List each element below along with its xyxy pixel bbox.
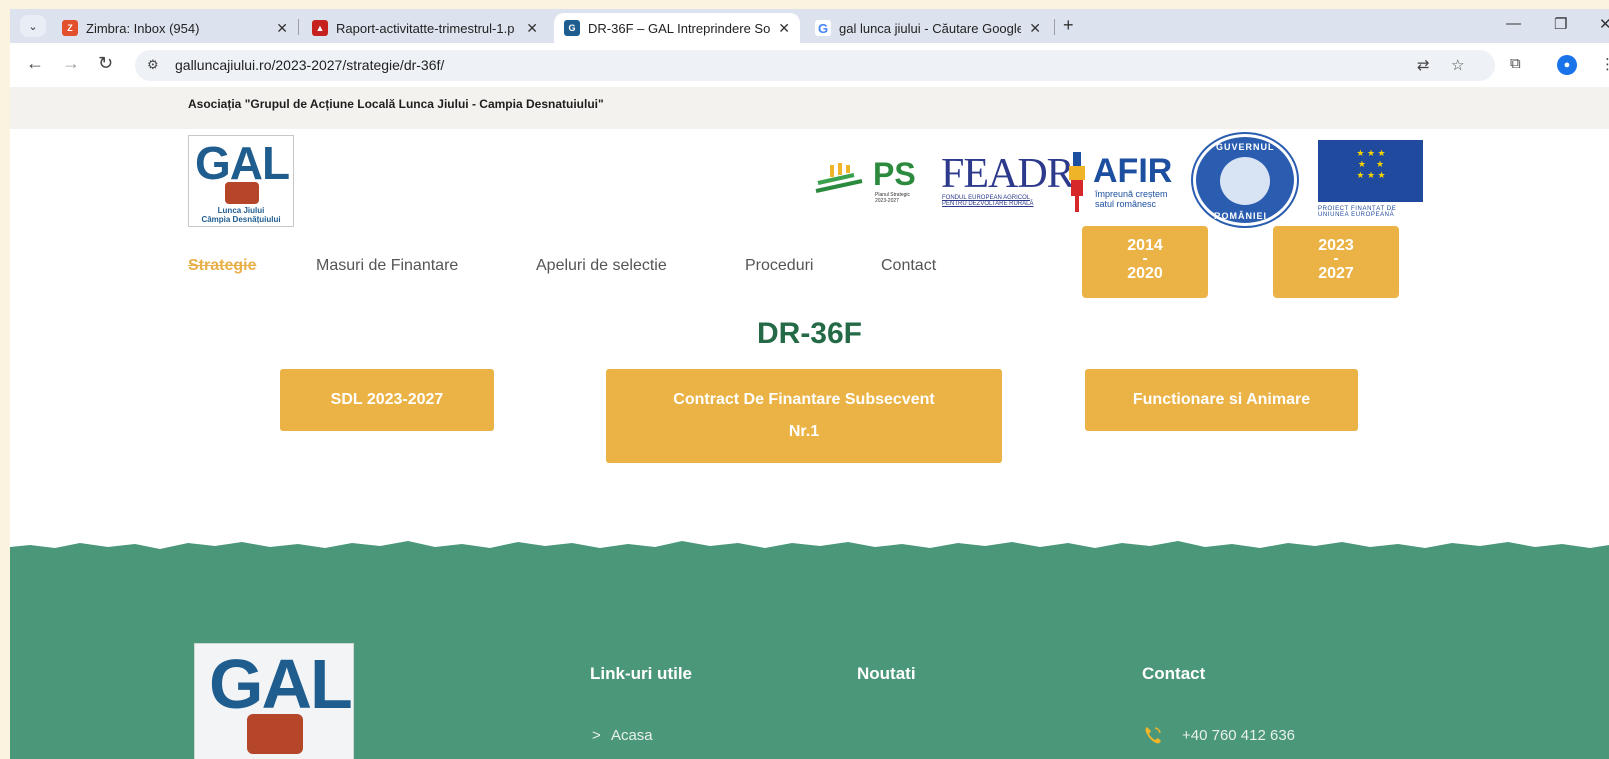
nav-contact[interactable]: Contact bbox=[881, 257, 936, 275]
functionare-animare-button[interactable]: Functionare si Animare bbox=[1085, 369, 1358, 431]
reload-button[interactable]: ↻ bbox=[98, 53, 113, 74]
bookmark-star-icon[interactable]: ☆ bbox=[1451, 56, 1464, 74]
footer-logo-text: GAL bbox=[209, 645, 353, 723]
association-name: Asociația "Grupul de Acțiune Locală Lunc… bbox=[188, 97, 604, 111]
association-bar: Asociația "Grupul de Acțiune Locală Lunc… bbox=[10, 87, 1609, 129]
extensions-icon[interactable]: ⧉ bbox=[1510, 55, 1521, 72]
ps-logo: PS bbox=[873, 156, 916, 192]
profile-avatar[interactable]: ● bbox=[1557, 55, 1577, 75]
close-icon[interactable]: ✕ bbox=[778, 20, 790, 37]
close-icon[interactable]: ✕ bbox=[526, 20, 538, 37]
button-label: Functionare si Animare bbox=[1132, 391, 1311, 408]
tab-title: gal lunca jiului - Căutare Google bbox=[839, 20, 1022, 36]
period-to: 2027 bbox=[1318, 265, 1354, 282]
period-2023-2027-button[interactable]: 2023 - 2027 bbox=[1273, 226, 1399, 298]
site-info-icon[interactable]: ⚙ bbox=[147, 57, 159, 73]
tab-divider bbox=[1054, 19, 1055, 35]
browser-window: ⌄ Z Zimbra: Inbox (954) ✕ ▲ Raport-activ… bbox=[10, 9, 1609, 759]
close-icon[interactable]: ✕ bbox=[276, 20, 288, 37]
new-tab-button[interactable]: + bbox=[1063, 15, 1074, 36]
afir-logo: AFIR bbox=[1093, 152, 1173, 190]
tab-raport-pdf[interactable]: ▲ Raport-activitatte-trimestrul-1.p ✕ bbox=[302, 13, 548, 43]
button-label: SDL 2023-2027 bbox=[330, 391, 444, 408]
footer-heading-news: Noutati bbox=[857, 664, 916, 683]
ps-logo-icon bbox=[815, 163, 863, 193]
coat-of-arms-icon bbox=[1220, 157, 1270, 205]
logo-line-1: Lunca Jiului bbox=[217, 206, 265, 215]
tab-title: Raport-activitatte-trimestrul-1.p bbox=[336, 20, 515, 36]
page-title: DR-36F bbox=[756, 317, 862, 350]
footer-link-acasa[interactable]: > Acasa bbox=[592, 727, 653, 744]
forward-button[interactable]: → bbox=[62, 53, 80, 74]
pdf-icon: ▲ bbox=[312, 20, 328, 36]
button-label: Contract De Finantare Subsecvent bbox=[673, 391, 935, 408]
back-button[interactable]: ← bbox=[26, 53, 44, 74]
footer-link-label: Acasa bbox=[610, 727, 653, 744]
google-icon: G bbox=[815, 20, 831, 36]
eu-funding-caption: PROIECT FINANȚAT DE UNIUNEA EUROPEANĂ bbox=[1318, 206, 1397, 218]
romanian-government-seal: GUVERNUL ROMÂNIEI bbox=[1193, 134, 1297, 226]
tab-title: Zimbra: Inbox (954) bbox=[86, 20, 200, 36]
period-to: 2020 bbox=[1127, 265, 1163, 282]
chevron-right-icon: > bbox=[592, 727, 601, 744]
logo-line-2: Câmpia Desnățuiului bbox=[201, 215, 281, 224]
tractor-icon bbox=[225, 182, 259, 204]
tab-title: DR-36F – GAL Intreprindere Soc bbox=[588, 20, 771, 36]
close-window-button[interactable]: ✕ bbox=[1599, 15, 1609, 33]
afir-emblem-icon bbox=[1069, 152, 1085, 212]
tractor-icon bbox=[247, 714, 303, 754]
footer-heading-contact: Contact bbox=[1142, 664, 1206, 683]
footer-logo[interactable]: GAL bbox=[194, 643, 354, 759]
tab-search-button[interactable]: ⌄ bbox=[20, 15, 46, 37]
ps-logo-subtitle: Planul Strategic 2023-2027 bbox=[875, 192, 911, 204]
tab-zimbra[interactable]: Z Zimbra: Inbox (954) ✕ bbox=[52, 13, 298, 43]
seal-top-text: GUVERNUL bbox=[1216, 142, 1275, 152]
seal-bottom-text: ROMÂNIEI bbox=[1214, 211, 1267, 221]
contract-finantare-button[interactable]: Contract De Finantare Subsecvent Nr.1 bbox=[606, 369, 1002, 463]
footer-heading-links: Link-uri utile bbox=[590, 664, 692, 683]
zimbra-icon: Z bbox=[62, 20, 78, 36]
footer-phone[interactable]: +40 760 412 636 bbox=[1182, 727, 1295, 744]
url-text: galluncajiului.ro/2023-2027/strategie/dr… bbox=[175, 57, 445, 73]
eu-stars-icon: ★ ★ ★ ★ ★ ★ ★ ★ bbox=[1356, 148, 1386, 180]
button-label-line-2: Nr.1 bbox=[788, 423, 820, 440]
tab-dr36f[interactable]: G DR-36F – GAL Intreprindere Soc ✕ bbox=[554, 13, 800, 43]
eu-flag-icon: ★ ★ ★ ★ ★ ★ ★ ★ bbox=[1318, 140, 1423, 202]
menu-icon[interactable]: ⋮ bbox=[1600, 55, 1609, 73]
afir-logo-subtitle: împreună creștem satul românesc bbox=[1095, 189, 1168, 209]
sdl-2023-2027-button[interactable]: SDL 2023-2027 bbox=[280, 369, 494, 431]
tab-google-search[interactable]: G gal lunca jiului - Căutare Google ✕ bbox=[805, 13, 1051, 43]
nav-masuri-de-finantare[interactable]: Masuri de Finantare bbox=[316, 257, 458, 275]
address-bar[interactable]: ⚙ galluncajiului.ro/2023-2027/strategie/… bbox=[135, 50, 1495, 81]
tab-strip: ⌄ Z Zimbra: Inbox (954) ✕ ▲ Raport-activ… bbox=[10, 9, 1609, 43]
nav-proceduri[interactable]: Proceduri bbox=[745, 257, 813, 275]
close-icon[interactable]: ✕ bbox=[1029, 20, 1041, 37]
site-logo[interactable]: GAL Lunca Jiului Câmpia Desnățuiului bbox=[188, 135, 294, 227]
feadr-logo: FEADR bbox=[941, 151, 1075, 197]
browser-toolbar: ← → ↻ ⚙ galluncajiului.ro/2023-2027/stra… bbox=[10, 43, 1609, 87]
nav-strategie[interactable]: Strategie bbox=[188, 257, 256, 275]
phone-icon bbox=[1145, 727, 1161, 744]
feadr-logo-subtitle: FONDUL EUROPEAN AGRICOL PENTRU DEZVOLTAR… bbox=[942, 195, 1034, 207]
nav-apeluri-de-selectie[interactable]: Apeluri de selectie bbox=[536, 257, 667, 275]
restore-button[interactable]: ❐ bbox=[1554, 15, 1567, 33]
gal-favicon-icon: G bbox=[564, 20, 580, 36]
period-2014-2020-button[interactable]: 2014 - 2020 bbox=[1082, 226, 1208, 298]
translate-icon[interactable]: ⇄ bbox=[1417, 56, 1430, 74]
tab-divider bbox=[298, 19, 299, 35]
minimize-button[interactable]: — bbox=[1506, 15, 1521, 32]
